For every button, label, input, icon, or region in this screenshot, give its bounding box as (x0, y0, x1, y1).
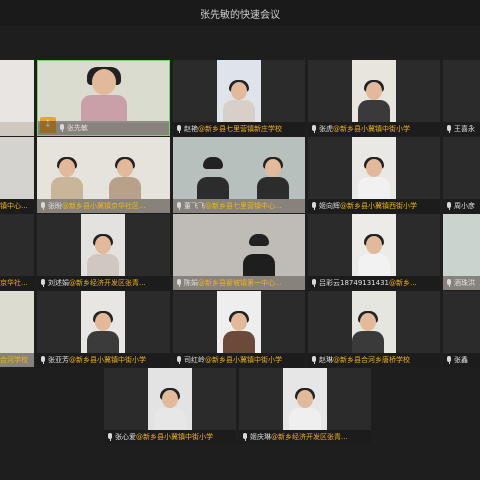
video-tile[interactable]: 司红岭 @新乡县小冀镇中街小学 (173, 291, 305, 367)
video-tile[interactable]: 酒珠洪 (443, 214, 480, 290)
microphone-icon (311, 356, 317, 364)
video-tile[interactable]: 张虎 @新乡县小冀镇中街小学 (308, 60, 440, 136)
video-tile[interactable]: 赵艳 @新乡县七里营镇新庄学校 (173, 60, 305, 136)
microphone-icon (59, 124, 65, 132)
microphone-icon (446, 356, 452, 364)
participant-label: 张虎 @新乡县小冀镇中街小学 (308, 122, 440, 136)
video-tile[interactable]: 吕彩云18749131431 @新乡... (308, 214, 440, 290)
participant-label: 镇中心... (0, 199, 34, 213)
participant-label: 赵艳 @新乡县七里营镇新庄学校 (173, 122, 305, 136)
video-feed (0, 60, 34, 122)
participant-label: 姬庆琳 @新乡经济开发区张青... (239, 430, 371, 444)
microphone-icon (311, 125, 317, 133)
participant-avatar (243, 234, 275, 276)
microphone-icon (176, 125, 182, 133)
video-tile[interactable]: 京华社... (0, 214, 34, 290)
participant-label: 董飞飞 @新乡县七里营镇中心... (173, 199, 305, 213)
participant-avatar (289, 388, 321, 430)
video-tile-active-speaker[interactable]: ↓ 张先敏 (37, 60, 170, 136)
video-tile[interactable]: 王喜永 (443, 60, 480, 136)
participant-label: 吕彩云18749131431 @新乡... (308, 276, 440, 290)
video-tile[interactable]: 董飞飞 @新乡县七里营镇中心... (173, 137, 305, 213)
microphone-icon (176, 279, 182, 287)
microphone-icon (446, 125, 452, 133)
microphone-icon (40, 279, 46, 287)
microphone-icon (40, 202, 46, 210)
video-feed (0, 291, 34, 353)
participant-label: 赵琳 @新乡县合河乡唐桥学校 (308, 353, 440, 367)
video-tile[interactable]: 合河学校 (0, 291, 34, 367)
microphone-icon (311, 202, 317, 210)
participant-avatar (80, 67, 127, 121)
video-tile[interactable] (0, 60, 34, 136)
participant-label: 张鑫 (443, 353, 480, 367)
participant-label: 姬向辉 @新乡县小冀镇西街小学 (308, 199, 440, 213)
video-tile[interactable]: 姬向辉 @新乡县小冀镇西街小学 (308, 137, 440, 213)
participant-label: 张心爱 @新乡县小冀镇中街小学 (104, 430, 236, 444)
participant-avatar (358, 157, 390, 199)
participant-avatar (352, 311, 384, 353)
participant-label: 张盼 @新乡县小冀镇京华社区... (37, 199, 170, 213)
video-feed (0, 137, 34, 199)
video-feed (443, 214, 480, 276)
participant-avatar (197, 157, 229, 199)
video-tile[interactable]: 镇中心... (0, 137, 34, 213)
participant-label: 司红岭 @新乡县小冀镇中街小学 (173, 353, 305, 367)
participant-label: 刘述娟 @新乡经济开发区张青... (37, 276, 170, 290)
participant-avatar (51, 157, 83, 199)
video-tile[interactable]: 张鑫 (443, 291, 480, 367)
video-tile[interactable]: 张亚芳 @新乡县小冀镇中街小学 (37, 291, 170, 367)
microphone-icon (242, 433, 248, 441)
video-tile[interactable]: 周小彦 (443, 137, 480, 213)
participant-avatar (109, 157, 141, 199)
participant-label: 张先敏 (38, 121, 169, 135)
video-feed (173, 214, 305, 276)
window-title-bar: 张先敏的快速会议 (0, 0, 480, 26)
participant-label: 京华社... (0, 276, 34, 290)
microphone-icon (40, 356, 46, 364)
participant-label: 陈娟 @新乡县翟坡镇第一中心... (173, 276, 305, 290)
microphone-icon (446, 202, 452, 210)
participant-label: 合河学校 (0, 353, 34, 367)
meeting-title: 张先敏的快速会议 (200, 9, 280, 21)
participant-label: 酒珠洪 (443, 276, 480, 290)
microphone-icon (107, 433, 113, 441)
participant-avatar (257, 157, 289, 199)
video-tile[interactable]: 张心爱 @新乡县小冀镇中街小学 (104, 368, 236, 444)
microphone-icon (311, 279, 317, 287)
participant-avatar (223, 80, 255, 122)
video-tile[interactable]: 刘述娟 @新乡经济开发区张青... (37, 214, 170, 290)
participant-avatar (223, 311, 255, 353)
microphone-icon (176, 356, 182, 364)
microphone-icon (446, 279, 452, 287)
participant-label: 张亚芳 @新乡县小冀镇中街小学 (37, 353, 170, 367)
participant-avatar (358, 234, 390, 276)
video-tile[interactable]: 张盼 @新乡县小冀镇京华社区... (37, 137, 170, 213)
participant-avatar (87, 311, 119, 353)
microphone-icon (176, 202, 182, 210)
participant-avatar (358, 80, 390, 122)
video-tile[interactable]: 姬庆琳 @新乡经济开发区张青... (239, 368, 371, 444)
participant-avatar (154, 388, 186, 430)
video-tile[interactable]: 陈娟 @新乡县翟坡镇第一中心... (173, 214, 305, 290)
participant-label: 周小彦 (443, 199, 480, 213)
participant-label: 王喜永 (443, 122, 480, 136)
participant-avatar (87, 234, 119, 276)
video-tile[interactable]: 赵琳 @新乡县合河乡唐桥学校 (308, 291, 440, 367)
